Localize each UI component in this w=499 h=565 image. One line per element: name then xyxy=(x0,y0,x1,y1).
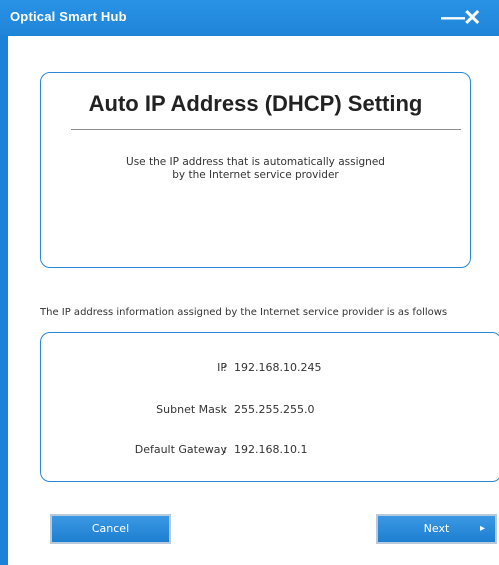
ip-value: 192.168.10.245 xyxy=(234,361,322,374)
ip-info-panel: IP : 192.168.10.245 Subnet Mask : 255.25… xyxy=(40,332,499,482)
dialog-window: Optical Smart Hub — ✕ Auto IP Address (D… xyxy=(0,0,499,565)
subnet-mask-label: Subnet Mask xyxy=(156,403,227,416)
default-gateway-colon: : xyxy=(223,443,227,456)
ip-colon: : xyxy=(223,361,227,374)
next-arrow-icon: ▸ xyxy=(479,523,485,534)
cancel-button-label: Cancel xyxy=(91,522,130,535)
title-divider xyxy=(71,129,461,130)
page-title: Auto IP Address (DHCP) Setting xyxy=(88,91,423,116)
page-description: Use the IP address that is automatically… xyxy=(41,156,470,182)
info-caption: The IP address information assigned by t… xyxy=(40,307,448,318)
default-gateway-value: 192.168.10.1 xyxy=(234,443,308,456)
subnet-mask-value: 255.255.255.0 xyxy=(234,403,315,416)
subnet-mask-colon: : xyxy=(223,403,227,416)
next-button-label: Next xyxy=(423,522,450,535)
next-button[interactable]: Next ▸ xyxy=(376,514,497,544)
header-panel: Auto IP Address (DHCP) Setting Use the I… xyxy=(40,72,471,268)
default-gateway-label: Default Gateway xyxy=(134,443,227,456)
minimize-icon[interactable]: — xyxy=(441,4,465,32)
description-line-1: Use the IP address that is automatically… xyxy=(126,156,385,168)
title-bar[interactable]: Optical Smart Hub — ✕ xyxy=(0,0,499,36)
description-line-2: by the Internet service provider xyxy=(172,169,339,181)
cancel-button[interactable]: Cancel xyxy=(50,514,171,544)
window-title: Optical Smart Hub xyxy=(10,9,127,24)
close-icon[interactable]: ✕ xyxy=(463,5,481,31)
